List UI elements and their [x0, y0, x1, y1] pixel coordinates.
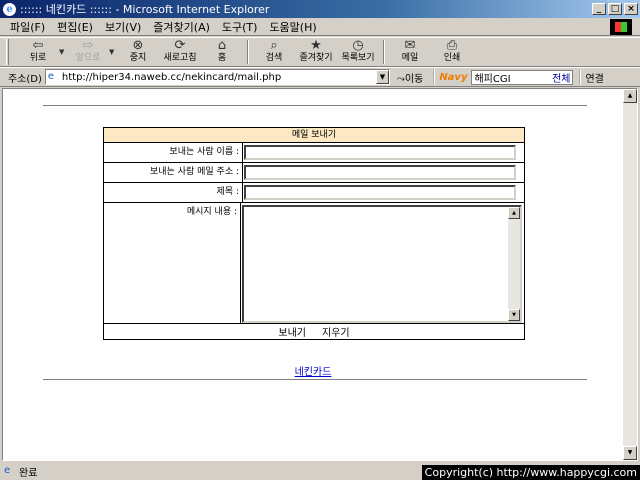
menu-file[interactable]: 파일(F) — [4, 19, 51, 35]
search-button[interactable]: ⌕ 검색 — [253, 38, 295, 66]
status-bar: e 완료 Copyright(c) http://www.happycgi.co… — [0, 462, 640, 480]
menu-bar: 파일(F) 편집(E) 보기(V) 즐겨찾기(A) 도구(T) 도움말(H) — [0, 18, 640, 36]
print-button[interactable]: ⎙ 인쇄 — [431, 38, 473, 66]
footer: 네킨카드 — [3, 363, 623, 378]
back-dropdown-icon[interactable]: ▼ — [59, 48, 67, 56]
maximize-button[interactable]: □ — [608, 3, 622, 15]
bottom-divider — [43, 379, 587, 381]
ie-logo-icon: e — [3, 2, 16, 16]
history-button[interactable]: ◷ 목록보기 — [337, 38, 379, 66]
address-bar: 주소(D) e http://hiper34.naweb.cc/nekincar… — [0, 67, 640, 87]
form-heading: 메일 보내기 — [104, 128, 524, 142]
sender-email-label: 보내는 사람 메일 주소 : — [104, 163, 243, 182]
search-icon: ⌕ — [270, 38, 278, 53]
form-actions: 보내기 지우기 — [104, 323, 524, 339]
mail-icon: ✉ — [404, 38, 416, 53]
window-title: :::::: 네킨카드 :::::: - Microsoft Internet … — [20, 3, 270, 16]
toolbar-separator — [383, 40, 385, 64]
search-label: 검색 — [265, 53, 283, 63]
stop-button[interactable]: ⊗ 중지 — [117, 38, 159, 66]
home-label: 홈 — [217, 53, 227, 63]
textarea-scrollbar[interactable]: ▲ ▼ — [508, 207, 520, 321]
refresh-icon: ⟳ — [174, 38, 186, 53]
scroll-up-icon[interactable]: ▲ — [508, 207, 520, 219]
stop-icon: ⊗ — [132, 38, 144, 53]
favorites-button[interactable]: ★ 즐겨찾기 — [295, 38, 337, 66]
links-button[interactable]: 연결 — [579, 69, 604, 85]
top-divider — [43, 105, 587, 107]
navy-logo: Navy — [439, 71, 468, 83]
sender-email-input[interactable] — [244, 165, 516, 180]
status-text: 완료 — [19, 467, 38, 479]
subject-label: 제목 : — [104, 183, 243, 202]
page-viewport: 메일 보내기 보내는 사람 이름 : 보내는 사람 메일 주소 : 제목 : 메… — [2, 88, 638, 461]
forward-button[interactable]: ⇨ 앞으로 — [67, 38, 109, 66]
favorites-icon: ★ — [310, 38, 322, 53]
message-row: 메시지 내용 : ▲ ▼ — [104, 202, 524, 323]
navy-search-input[interactable]: 해피CGI 전체 — [471, 69, 574, 85]
history-icon: ◷ — [352, 38, 364, 53]
favorites-label: 즐겨찾기 — [299, 53, 333, 63]
address-url: http://hiper34.naweb.cc/nekincard/mail.p… — [61, 71, 282, 83]
send-button[interactable]: 보내기 — [276, 324, 308, 339]
sender-email-row: 보내는 사람 메일 주소 : — [104, 162, 524, 182]
windows-logo-icon — [610, 19, 632, 35]
clear-button[interactable]: 지우기 — [320, 324, 352, 339]
subject-row: 제목 : — [104, 182, 524, 202]
forward-dropdown-icon[interactable]: ▼ — [109, 48, 117, 56]
window-controls: _ □ × — [592, 3, 638, 15]
forward-arrow-icon: ⇨ — [82, 38, 94, 53]
navy-search-toolbar: Navy 해피CGI 전체 — [433, 69, 574, 85]
page-scroll-down-icon[interactable]: ▼ — [623, 446, 637, 460]
message-textarea[interactable]: ▲ ▼ — [242, 205, 522, 323]
page-icon: e — [47, 71, 55, 82]
standard-toolbar: ⇦ 뒤로 ▼ ⇨ 앞으로 ▼ ⊗ 중지 ⟳ 새로고침 ⌂ 홈 ⌕ 검색 ★ 즐겨… — [0, 37, 640, 67]
home-icon: ⌂ — [217, 38, 227, 53]
back-arrow-icon: ⇦ — [32, 38, 44, 53]
page-scroll-up-icon[interactable]: ▲ — [623, 89, 637, 103]
message-label: 메시지 내용 : — [104, 203, 241, 323]
menu-edit[interactable]: 편집(E) — [51, 19, 99, 35]
menu-tools[interactable]: 도구(T) — [216, 19, 264, 35]
menu-view[interactable]: 보기(V) — [99, 19, 147, 35]
go-button[interactable]: ⤳이동 — [397, 70, 423, 85]
refresh-label: 새로고침 — [163, 53, 197, 63]
minimize-button[interactable]: _ — [592, 3, 606, 15]
mail-form: 메일 보내기 보내는 사람 이름 : 보내는 사람 메일 주소 : 제목 : 메… — [103, 127, 525, 340]
home-button[interactable]: ⌂ 홈 — [201, 38, 243, 66]
page-scrollbar[interactable]: ▲ ▼ — [623, 89, 637, 460]
print-label: 인쇄 — [443, 53, 461, 63]
mail-label: 메일 — [401, 53, 419, 63]
stop-label: 중지 — [129, 53, 147, 63]
forward-label: 앞으로 — [75, 53, 101, 63]
printer-icon: ⎙ — [446, 38, 458, 53]
refresh-button[interactable]: ⟳ 새로고침 — [159, 38, 201, 66]
address-label: 주소(D) — [8, 73, 42, 85]
back-label: 뒤로 — [29, 53, 47, 63]
copyright-banner: Copyright(c) http://www.happycgi.com — [421, 465, 640, 480]
close-button[interactable]: × — [624, 3, 638, 15]
status-page-icon: e — [4, 465, 11, 476]
go-label: 이동 — [404, 73, 424, 85]
nekincard-link[interactable]: 네킨카드 — [295, 367, 332, 378]
mail-button[interactable]: ✉ 메일 — [389, 38, 431, 66]
toolbar-grip[interactable] — [6, 39, 9, 65]
navy-all-dropdown[interactable]: 전체 — [552, 70, 570, 85]
subject-input[interactable] — [244, 185, 516, 200]
title-bar: e :::::: 네킨카드 :::::: - Microsoft Interne… — [0, 0, 640, 18]
sender-name-row: 보내는 사람 이름 : — [104, 142, 524, 162]
navy-query: 해피CGI — [474, 73, 511, 85]
sender-name-label: 보내는 사람 이름 : — [104, 143, 243, 162]
menu-favorites[interactable]: 즐겨찾기(A) — [147, 19, 216, 35]
address-input[interactable]: e http://hiper34.naweb.cc/nekincard/mail… — [44, 69, 390, 85]
menu-help[interactable]: 도움말(H) — [263, 19, 322, 35]
history-label: 목록보기 — [341, 53, 375, 63]
address-dropdown-icon[interactable]: ▼ — [375, 70, 389, 84]
sender-name-input[interactable] — [244, 145, 516, 160]
back-button[interactable]: ⇦ 뒤로 — [17, 38, 59, 66]
scroll-down-icon[interactable]: ▼ — [508, 309, 520, 321]
toolbar-separator — [247, 40, 249, 64]
